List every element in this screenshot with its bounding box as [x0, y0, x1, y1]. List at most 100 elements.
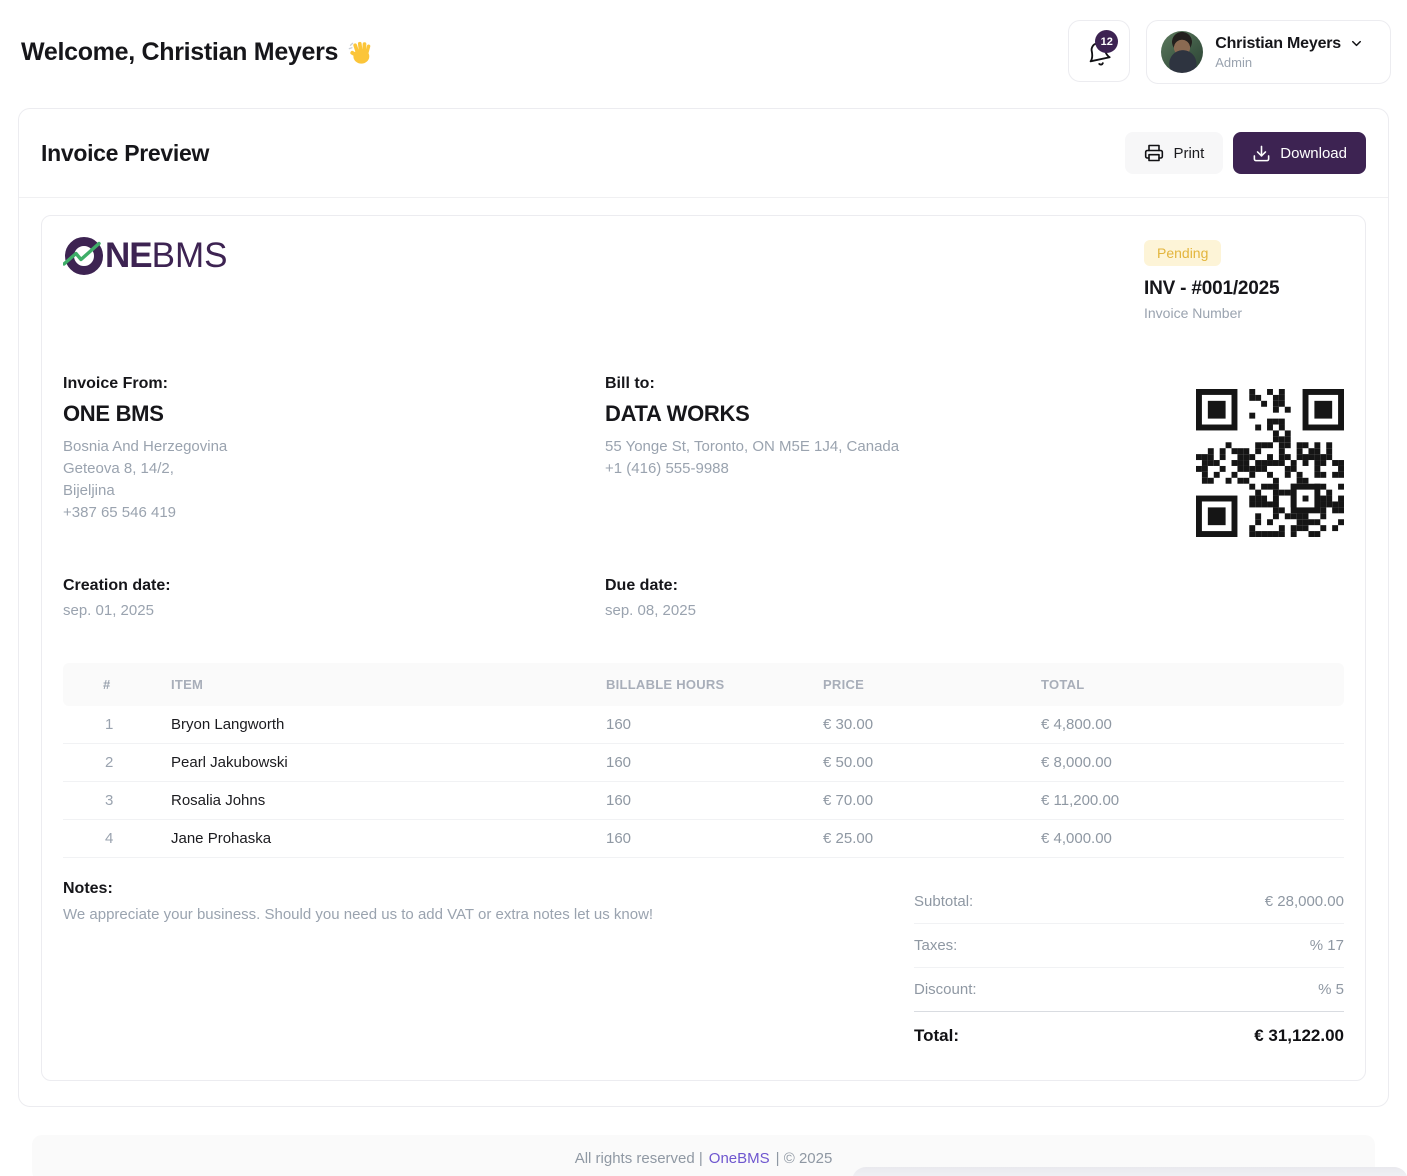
notifications-button[interactable]: 12 [1068, 20, 1130, 82]
notification-count-badge: 12 [1095, 30, 1118, 53]
row-total: € 11,200.00 [1041, 792, 1344, 809]
notes-label: Notes: [63, 880, 663, 898]
invoice-from-label: Invoice From: [63, 375, 605, 393]
print-label: Print [1173, 145, 1204, 162]
table-row: 1 Bryon Langworth 160 € 30.00 € 4,800.00 [63, 706, 1344, 744]
row-num: 4 [63, 830, 171, 847]
onebms-logo: NE BMS [63, 236, 227, 276]
creation-date-block: Creation date: sep. 01, 2025 [63, 577, 605, 619]
logo-text-one: NE [105, 236, 152, 276]
invoice-from-block: Invoice From: ONE BMS Bosnia And Herzego… [63, 375, 605, 537]
subtotal-row: Subtotal: € 28,000.00 [914, 880, 1344, 924]
invoice-document: NE BMS Pending INV - #001/2025 Invoice N… [41, 215, 1366, 1081]
card-header: Invoice Preview Print [19, 109, 1388, 198]
bill-to-phone: +1 (416) 555-9988 [605, 458, 1196, 480]
logo-text-bms: BMS [152, 236, 228, 276]
creation-date-label: Creation date: [63, 577, 605, 595]
row-total: € 4,800.00 [1041, 716, 1344, 733]
invoice-from-name: ONE BMS [63, 401, 605, 427]
top-bar: Welcome, Christian Meyers [0, 0, 1407, 84]
invoice-number: INV - #001/2025 [1144, 278, 1344, 300]
bill-to-address-line: 55 Yonge St, Toronto, ON M5E 1J4, Canada [605, 436, 1196, 458]
due-date-label: Due date: [605, 577, 696, 595]
page-title: Welcome, Christian Meyers [21, 38, 374, 67]
col-header-price: PRICE [823, 677, 1041, 692]
discount-value: % 5 [1318, 981, 1344, 998]
footer-copyright: | © 2025 [776, 1150, 833, 1167]
download-label: Download [1280, 145, 1347, 162]
row-item: Bryon Langworth [171, 716, 606, 733]
col-header-hours: BILLABLE HOURS [606, 677, 823, 692]
row-hours: 160 [606, 792, 823, 809]
footer-text: All rights reserved | [575, 1150, 703, 1167]
table-row: 4 Jane Prohaska 160 € 25.00 € 4,000.00 [63, 820, 1344, 858]
row-total: € 8,000.00 [1041, 754, 1344, 771]
taxes-label: Taxes: [914, 937, 957, 954]
download-icon [1252, 144, 1271, 163]
col-header-num: # [63, 677, 171, 692]
from-address-line: Geteova 8, 14/2, [63, 458, 605, 480]
row-hours: 160 [606, 716, 823, 733]
avatar [1161, 31, 1203, 73]
footer-brand-link[interactable]: OneBMS [709, 1150, 770, 1167]
chevron-down-icon [1349, 36, 1364, 51]
col-header-total: TOTAL [1041, 677, 1344, 692]
invoice-number-label: Invoice Number [1144, 305, 1344, 321]
from-phone: +387 65 546 419 [63, 502, 605, 524]
bill-to-label: Bill to: [605, 375, 1196, 393]
invoice-preview-card: Invoice Preview Print [18, 108, 1389, 1107]
row-item: Pearl Jakubowski [171, 754, 606, 771]
row-num: 1 [63, 716, 171, 733]
totals-summary: Subtotal: € 28,000.00 Taxes: % 17 Discou… [914, 880, 1344, 1050]
row-price: € 30.00 [823, 716, 1041, 733]
discount-row: Discount: % 5 [914, 968, 1344, 1011]
card-title: Invoice Preview [41, 140, 209, 167]
total-value: € 31,122.00 [1254, 1026, 1344, 1046]
bill-to-name: DATA WORKS [605, 401, 1196, 427]
print-button[interactable]: Print [1125, 132, 1223, 174]
table-row: 2 Pearl Jakubowski 160 € 50.00 € 8,000.0… [63, 744, 1344, 782]
taxes-value: % 17 [1310, 937, 1344, 954]
subtotal-label: Subtotal: [914, 893, 973, 910]
row-hours: 160 [606, 830, 823, 847]
row-num: 3 [63, 792, 171, 809]
row-num: 2 [63, 754, 171, 771]
col-header-item: ITEM [171, 677, 606, 692]
discount-label: Discount: [914, 981, 977, 998]
user-role: Admin [1215, 55, 1364, 70]
creation-date-value: sep. 01, 2025 [63, 602, 605, 619]
row-price: € 50.00 [823, 754, 1041, 771]
download-button[interactable]: Download [1233, 132, 1366, 174]
row-total: € 4,000.00 [1041, 830, 1344, 847]
row-price: € 25.00 [823, 830, 1041, 847]
row-item: Jane Prohaska [171, 830, 606, 847]
top-right-actions: 12 Christian Meyers Admin [1068, 20, 1391, 84]
due-date-value: sep. 08, 2025 [605, 602, 696, 619]
bottom-peek-element [852, 1167, 1407, 1176]
qr-code [1196, 389, 1344, 537]
status-badge: Pending [1144, 240, 1221, 266]
invoice-meta: Pending INV - #001/2025 Invoice Number [1144, 236, 1344, 321]
table-header-row: # ITEM BILLABLE HOURS PRICE TOTAL [63, 663, 1344, 706]
total-label: Total: [914, 1026, 959, 1046]
from-address-line: Bosnia And Herzegovina [63, 436, 605, 458]
table-row: 3 Rosalia Johns 160 € 70.00 € 11,200.00 [63, 782, 1344, 820]
row-price: € 70.00 [823, 792, 1041, 809]
total-row: Total: € 31,122.00 [914, 1011, 1344, 1050]
user-menu[interactable]: Christian Meyers Admin [1146, 20, 1391, 84]
bill-to-block: Bill to: DATA WORKS 55 Yonge St, Toronto… [605, 375, 1196, 537]
line-items-table: # ITEM BILLABLE HOURS PRICE TOTAL 1 Bryo… [63, 663, 1344, 858]
logo-o-icon [63, 236, 103, 276]
user-name: Christian Meyers [1215, 35, 1341, 53]
row-item: Rosalia Johns [171, 792, 606, 809]
notes-text: We appreciate your business. Should you … [63, 906, 663, 923]
row-hours: 160 [606, 754, 823, 771]
welcome-text: Welcome, Christian Meyers [21, 38, 338, 67]
taxes-row: Taxes: % 17 [914, 924, 1344, 968]
subtotal-value: € 28,000.00 [1265, 893, 1344, 910]
notes-block: Notes: We appreciate your business. Shou… [63, 880, 663, 1050]
wave-icon [347, 39, 374, 66]
printer-icon [1144, 143, 1164, 163]
due-date-block: Due date: sep. 08, 2025 [605, 577, 696, 619]
from-address-line: Bijeljina [63, 480, 605, 502]
